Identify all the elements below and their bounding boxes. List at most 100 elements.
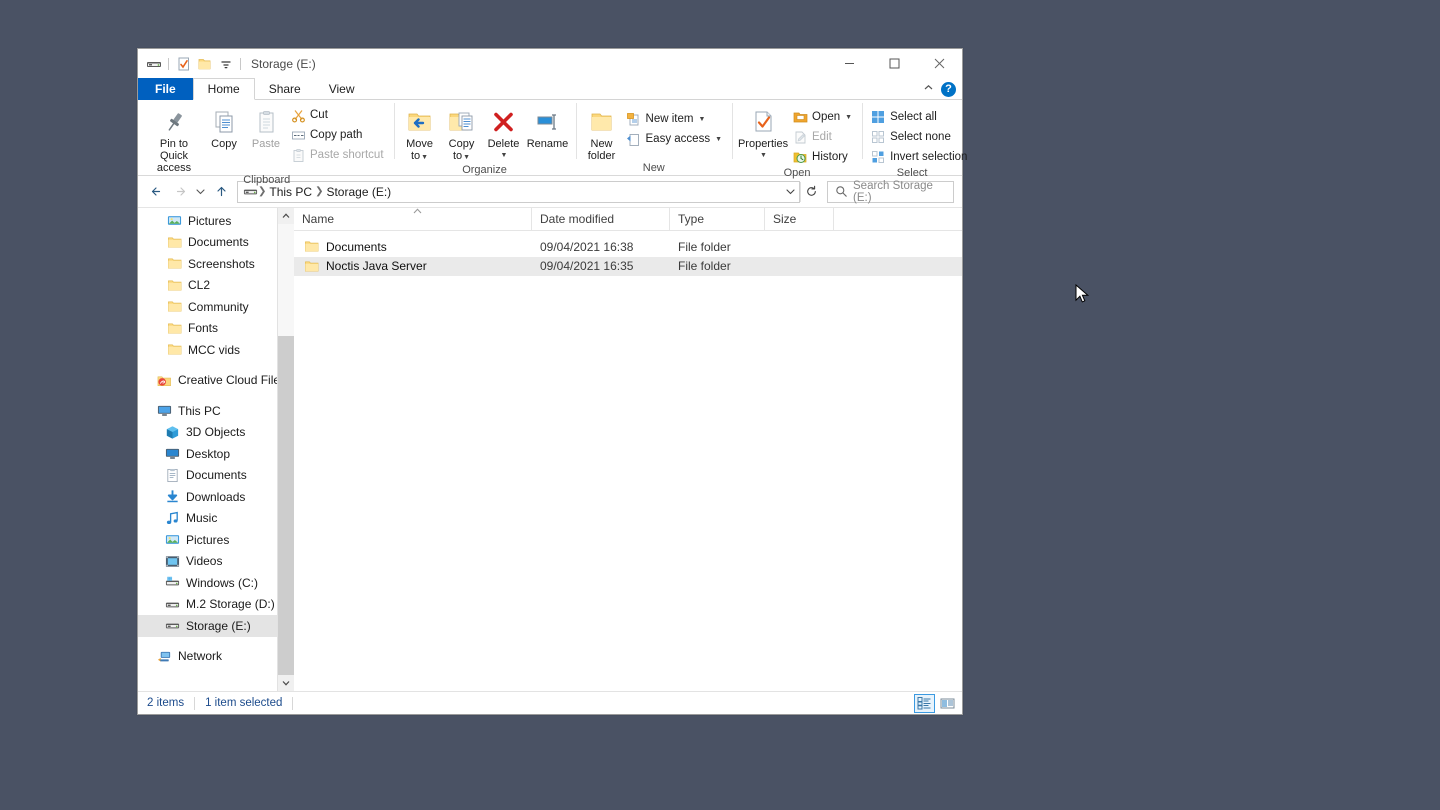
nav-item-fonts[interactable]: Fonts: [138, 318, 294, 340]
clipboard-small-commands: Cut Copy path Paste shortcut: [287, 103, 389, 165]
nav-item-3d-objects[interactable]: 3D Objects: [138, 422, 294, 444]
nav-item-videos[interactable]: Videos: [138, 551, 294, 573]
sort-ascending-icon: [413, 208, 422, 216]
os-drive-icon: [164, 575, 180, 591]
nav-label: Documents: [188, 235, 249, 250]
ribbon-group-label-clipboard: Clipboard: [243, 174, 291, 186]
folder-icon: [303, 258, 319, 274]
tab-file[interactable]: File: [138, 78, 193, 100]
move-to-button[interactable]: Move to▼: [399, 103, 441, 164]
help-icon[interactable]: ?: [941, 81, 956, 97]
easy-access-button[interactable]: Easy access ▼: [623, 129, 728, 149]
new-folder-button[interactable]: New folder: [581, 103, 623, 162]
table-row[interactable]: Documents 09/04/2021 16:38 File folder: [294, 237, 962, 257]
scroll-track[interactable]: [278, 224, 294, 675]
pin-to-quick-access-label-1: Pin to Quick: [159, 138, 189, 162]
column-header-type[interactable]: Type: [670, 207, 765, 231]
nav-scrollbar[interactable]: [278, 208, 294, 691]
nav-item-desktop[interactable]: Desktop: [138, 443, 294, 465]
folder-icon: [166, 234, 182, 250]
properties-label: Properties: [737, 138, 789, 150]
scroll-thumb[interactable]: [278, 224, 294, 336]
window-title: Storage (E:): [251, 56, 316, 71]
paste-shortcut-button[interactable]: Paste shortcut: [287, 145, 389, 165]
delete-button[interactable]: Delete ▼: [483, 103, 525, 162]
nav-item-cl2[interactable]: CL2: [138, 275, 294, 297]
chevron-down-icon[interactable]: [781, 182, 799, 202]
minimize-button[interactable]: [827, 49, 872, 78]
refresh-button[interactable]: [800, 181, 822, 202]
nav-label: Screenshots: [188, 256, 255, 271]
invert-selection-button[interactable]: Invert selection: [867, 147, 972, 167]
nav-item-pictures[interactable]: Pictures: [138, 529, 294, 551]
large-icons-view-button[interactable]: [937, 694, 958, 713]
select-all-button[interactable]: Select all: [867, 107, 972, 127]
ribbon-group-organize: Move to▼ Copy to▼ Delete ▼ Rename Organi…: [393, 100, 576, 176]
open-label: Open: [812, 111, 841, 123]
chevron-down-icon: ▼: [715, 135, 723, 143]
drive-icon: [145, 55, 162, 72]
nav-item-windows-c[interactable]: Windows (C:): [138, 572, 294, 594]
file-date-cell: 09/04/2021 16:35: [540, 259, 634, 274]
nav-label: Documents: [186, 468, 247, 483]
move-to-label-1: Move: [406, 138, 433, 150]
nav-item-downloads[interactable]: Downloads: [138, 486, 294, 508]
history-button[interactable]: History: [789, 147, 857, 167]
music-icon: [164, 510, 180, 526]
nav-item-screenshots[interactable]: Screenshots: [138, 253, 294, 275]
nav-item-mcc-vids[interactable]: MCC vids: [138, 339, 294, 361]
scroll-up-icon[interactable]: [278, 208, 294, 224]
nav-label: MCC vids: [188, 342, 241, 357]
copy-to-icon: [448, 106, 475, 138]
ribbon-body: Pin to Quick access Copy Paste Cut Copy …: [138, 100, 967, 186]
tab-view[interactable]: View: [315, 78, 369, 100]
qat-divider-2: [240, 57, 241, 70]
easy-access-icon: [626, 131, 642, 147]
invert-selection-label: Invert selection: [890, 151, 968, 163]
close-button[interactable]: [917, 49, 962, 78]
copy-button[interactable]: Copy: [203, 103, 245, 150]
copy-path-button[interactable]: Copy path: [287, 125, 389, 145]
chevron-up-icon[interactable]: [923, 80, 934, 98]
nav-item-documents-quick[interactable]: Documents: [138, 232, 294, 254]
customize-qat-icon[interactable]: [217, 55, 234, 72]
pin-to-quick-access-label-2: access: [156, 162, 192, 174]
column-header-date-modified[interactable]: Date modified: [532, 207, 670, 231]
edit-button[interactable]: Edit: [789, 127, 857, 147]
details-view-button[interactable]: [914, 693, 935, 713]
copy-to-button[interactable]: Copy to▼: [441, 103, 483, 164]
nav-item-community[interactable]: Community: [138, 296, 294, 318]
nav-item-creative-cloud-files[interactable]: Creative Cloud Files: [138, 370, 294, 392]
select-none-button[interactable]: Select none: [867, 127, 972, 147]
nav-item-pictures-quick[interactable]: Pictures: [138, 210, 294, 232]
cut-button[interactable]: Cut: [287, 105, 389, 125]
move-to-icon: [406, 106, 433, 138]
maximize-button[interactable]: [872, 49, 917, 78]
file-size-cell: [765, 237, 834, 257]
new-folder-large-icon: [588, 106, 615, 138]
rename-button[interactable]: Rename: [525, 103, 571, 150]
nav-item-documents[interactable]: Documents: [138, 465, 294, 487]
table-row[interactable]: Noctis Java Server 09/04/2021 16:35 File…: [294, 256, 962, 276]
tab-home[interactable]: Home: [192, 78, 255, 100]
search-input[interactable]: Search Storage (E:): [827, 180, 954, 204]
pin-to-quick-access-button[interactable]: Pin to Quick access: [145, 103, 203, 174]
nav-item-this-pc[interactable]: This PC: [138, 400, 294, 422]
nav-item-storage-e[interactable]: Storage (E:): [138, 615, 294, 637]
nav-item-network[interactable]: Network: [138, 646, 294, 668]
properties-button[interactable]: Properties ▼: [737, 103, 789, 162]
ribbon-right-controls: ?: [923, 78, 956, 100]
properties-icon[interactable]: [175, 55, 192, 72]
tab-share[interactable]: Share: [255, 78, 315, 100]
column-header-size[interactable]: Size: [765, 207, 834, 231]
new-folder-icon[interactable]: [196, 55, 213, 72]
open-button[interactable]: Open ▼: [789, 107, 857, 127]
paste-button[interactable]: Paste: [245, 103, 287, 150]
scroll-down-icon[interactable]: [278, 675, 294, 691]
nav-item-music[interactable]: Music: [138, 508, 294, 530]
nav-item-m2-storage-d[interactable]: M.2 Storage (D:): [138, 594, 294, 616]
ribbon-group-label-organize: Organize: [462, 164, 507, 176]
new-item-button[interactable]: New item ▼: [623, 109, 728, 129]
downloads-icon: [164, 489, 180, 505]
chevron-down-icon: ▼: [845, 113, 853, 121]
